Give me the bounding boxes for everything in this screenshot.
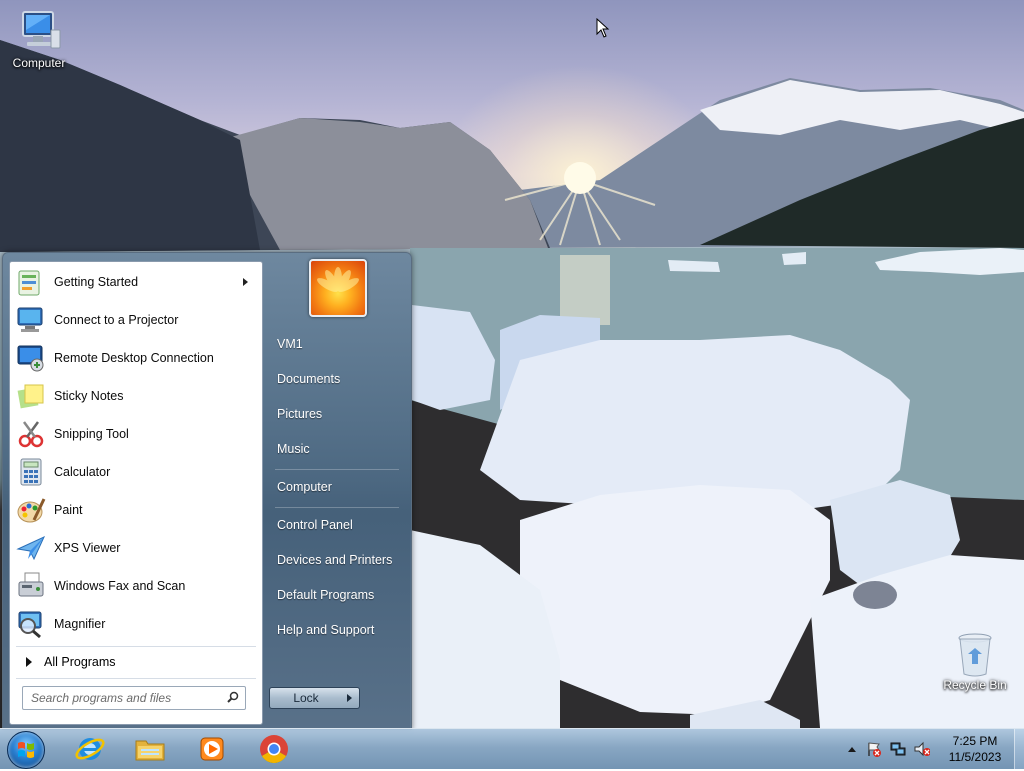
start-item-label: Connect to a Projector	[54, 313, 179, 327]
snipping-tool-icon	[16, 419, 46, 449]
search-separator	[16, 678, 256, 679]
start-item-sticky-notes[interactable]: Sticky Notes	[12, 378, 258, 414]
start-menu-programs-pane: Getting Started Connect to a Projector R…	[9, 261, 263, 725]
desktop-icon-computer[interactable]: Computer	[2, 8, 76, 70]
start-search-input[interactable]	[29, 690, 223, 706]
desktop-icon-recycle-bin[interactable]: Recycle Bin	[938, 630, 1012, 692]
start-right-documents[interactable]: Documents	[265, 364, 405, 394]
start-item-paint[interactable]: Paint	[12, 492, 258, 528]
clock-time: 7:25 PM	[952, 734, 998, 748]
start-item-remote-desktop[interactable]: Remote Desktop Connection	[12, 340, 258, 376]
submenu-arrow-icon	[243, 278, 248, 286]
show-hidden-icons-arrow-icon[interactable]	[844, 741, 860, 757]
all-programs-arrow-icon	[26, 657, 32, 667]
media-player-icon	[200, 737, 224, 761]
start-item-snipping-tool[interactable]: Snipping Tool	[12, 416, 258, 452]
remote-desktop-icon	[16, 343, 46, 373]
clock-date: 11/5/2023	[948, 750, 1002, 764]
shutdown-options-button[interactable]	[341, 687, 360, 709]
taskbar-internet-explorer[interactable]	[62, 731, 118, 767]
start-right-help-support[interactable]: Help and Support	[265, 615, 405, 645]
start-right-default-programs[interactable]: Default Programs	[265, 580, 405, 610]
start-right-pictures[interactable]: Pictures	[265, 399, 405, 429]
search-icon[interactable]	[227, 691, 239, 703]
getting-started-icon	[16, 267, 46, 297]
folder-icon	[135, 740, 165, 761]
all-programs-label: All Programs	[44, 655, 116, 669]
chrome-icon	[260, 735, 288, 763]
right-pane-separator	[275, 507, 399, 508]
sticky-notes-icon	[16, 381, 46, 411]
recycle-bin-icon	[951, 630, 999, 677]
taskbar-chrome[interactable]	[246, 731, 302, 767]
desktop-icon-label: Computer	[12, 56, 66, 70]
start-right-computer[interactable]: Computer	[265, 472, 405, 502]
network-icon[interactable]	[890, 741, 906, 757]
start-button[interactable]	[7, 731, 45, 769]
paint-icon	[16, 495, 46, 525]
show-desktop-button[interactable]	[1014, 729, 1024, 769]
taskbar: 7:25 PM 11/5/2023	[0, 728, 1024, 769]
start-item-connect-projector[interactable]: Connect to a Projector	[12, 302, 258, 338]
start-right-devices-printers[interactable]: Devices and Printers	[265, 545, 405, 575]
fax-scan-icon	[16, 571, 46, 601]
xps-viewer-icon	[16, 533, 46, 563]
projector-icon	[16, 305, 46, 335]
start-item-label: Calculator	[54, 465, 111, 479]
start-menu: Getting Started Connect to a Projector R…	[2, 252, 412, 730]
start-item-label: Sticky Notes	[54, 389, 124, 403]
taskbar-windows-explorer[interactable]	[122, 731, 178, 767]
user-account-picture[interactable]	[309, 259, 367, 317]
start-item-calculator[interactable]: Calculator	[12, 454, 258, 490]
start-item-label: Remote Desktop Connection	[54, 351, 214, 365]
volume-muted-icon[interactable]	[914, 741, 930, 757]
computer-icon	[15, 8, 63, 54]
all-programs-button[interactable]: All Programs	[12, 650, 258, 674]
start-item-label: XPS Viewer	[54, 541, 121, 555]
shutdown-options-arrow-icon	[347, 694, 352, 702]
taskbar-clock[interactable]: 7:25 PM 11/5/2023	[940, 733, 1010, 765]
start-item-xps-viewer[interactable]: XPS Viewer	[12, 530, 258, 566]
programs-separator	[16, 646, 256, 647]
start-right-control-panel[interactable]: Control Panel	[265, 510, 405, 540]
desktop-icon-label: Recycle Bin	[943, 678, 1007, 692]
start-item-fax-scan[interactable]: Windows Fax and Scan	[12, 568, 258, 604]
start-item-getting-started[interactable]: Getting Started	[12, 264, 258, 300]
internet-explorer-icon	[75, 738, 105, 760]
start-item-label: Paint	[54, 503, 83, 517]
start-right-music[interactable]: Music	[265, 434, 405, 464]
calculator-icon	[16, 457, 46, 487]
start-right-user[interactable]: VM1	[265, 329, 405, 359]
magnifier-icon	[16, 609, 46, 639]
flower-icon	[317, 267, 359, 292]
action-center-flag-icon[interactable]	[866, 741, 882, 757]
right-pane-separator	[275, 469, 399, 470]
taskbar-media-player[interactable]	[184, 731, 240, 767]
start-item-label: Getting Started	[54, 275, 139, 289]
start-item-label: Windows Fax and Scan	[54, 579, 186, 593]
start-item-magnifier[interactable]: Magnifier	[12, 606, 258, 642]
start-item-label: Magnifier	[54, 617, 106, 631]
start-search-box[interactable]	[22, 686, 246, 710]
windows-logo-icon	[18, 742, 34, 758]
mouse-cursor-icon	[596, 18, 610, 38]
lock-button[interactable]: Lock	[269, 687, 343, 709]
start-item-label: Snipping Tool	[54, 427, 129, 441]
